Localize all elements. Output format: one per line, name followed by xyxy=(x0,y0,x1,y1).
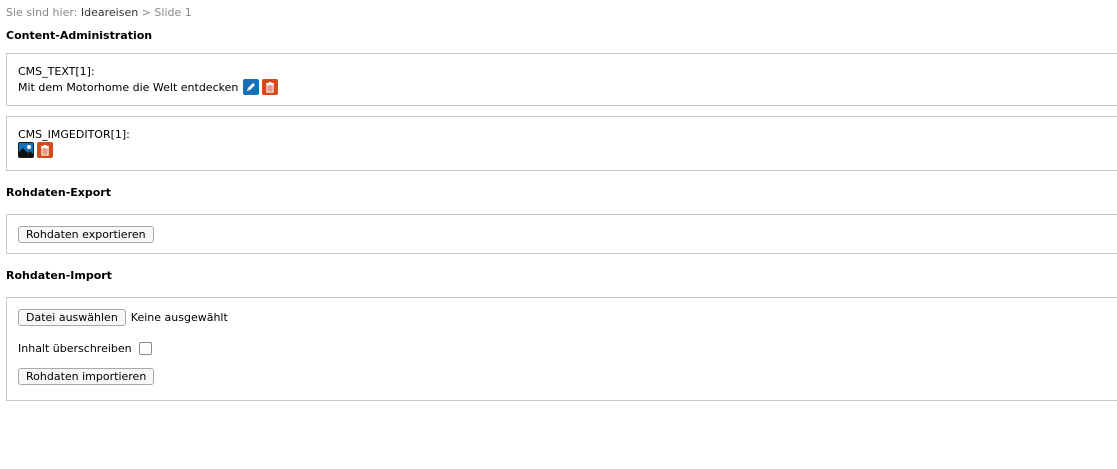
import-button[interactable]: Rohdaten importieren xyxy=(18,368,155,385)
export-button[interactable]: Rohdaten exportieren xyxy=(18,226,154,243)
import-heading: Rohdaten-Import xyxy=(6,269,112,282)
breadcrumb: Sie sind hier: Ideareisen > Slide 1 xyxy=(6,6,192,19)
file-status: Keine ausgewählt xyxy=(130,311,228,324)
overwrite-label: Inhalt überschreiben xyxy=(18,342,132,355)
breadcrumb-separator: > xyxy=(141,6,151,19)
choose-file-button[interactable]: Datei auswählen xyxy=(18,309,126,326)
content-admin-heading: Content-Administration xyxy=(6,29,153,42)
breadcrumb-prefix: Sie sind hier: xyxy=(6,6,78,19)
cms-text-row: Mit dem Motorhome die Welt entdecken xyxy=(18,79,279,95)
overwrite-checkbox[interactable] xyxy=(138,342,152,355)
edit-icon[interactable] xyxy=(243,79,260,95)
file-chooser: Datei auswählen Keine ausgewählt xyxy=(18,309,228,326)
cms-imgeditor-label: CMS_IMGEDITOR[1]: xyxy=(18,128,130,141)
export-panel: Rohdaten exportieren xyxy=(6,214,1117,254)
cms-text-panel: CMS_TEXT[1]: Mit dem Motorhome die Welt … xyxy=(6,53,1117,106)
delete-icon[interactable] xyxy=(262,79,279,95)
delete-icon[interactable] xyxy=(37,142,53,158)
import-panel: Datei auswählen Keine ausgewählt Inhalt … xyxy=(6,297,1117,401)
cms-text-label: CMS_TEXT[1]: xyxy=(18,65,95,78)
overwrite-row: Inhalt überschreiben xyxy=(18,342,152,355)
cms-text-value: Mit dem Motorhome die Welt entdecken xyxy=(18,80,239,94)
image-icon[interactable] xyxy=(18,142,34,158)
breadcrumb-current: Slide 1 xyxy=(154,6,192,19)
export-heading: Rohdaten-Export xyxy=(6,186,111,199)
breadcrumb-link-ideareisen[interactable]: Ideareisen xyxy=(81,6,138,19)
cms-imgeditor-panel: CMS_IMGEDITOR[1]: xyxy=(6,116,1117,171)
cms-imgeditor-row xyxy=(18,142,53,158)
